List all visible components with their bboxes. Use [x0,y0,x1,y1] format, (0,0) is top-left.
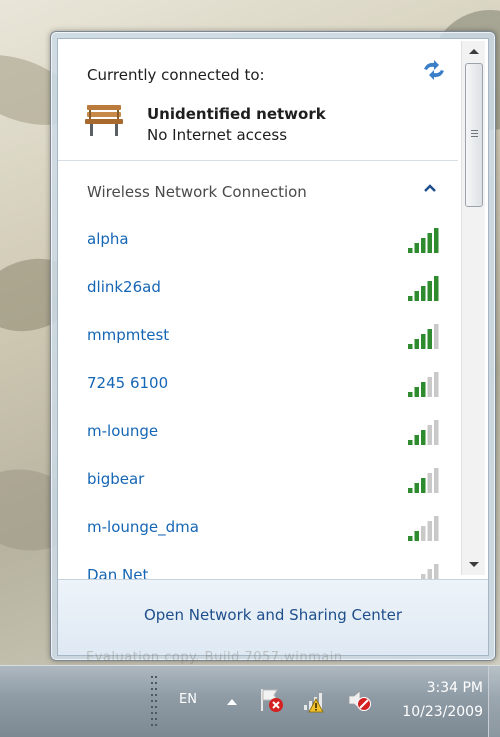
signal-bar [421,382,426,397]
scroll-down-arrow-icon[interactable] [462,555,486,575]
signal-bar [408,344,413,349]
signal-strength-icon [408,276,439,301]
signal-bar [421,430,426,445]
signal-strength-icon [408,516,439,541]
section-divider [58,160,458,161]
taskbar: EN 3:34 PM 10/23/2009 [0,665,500,737]
signal-bar [427,473,432,493]
signal-bar [434,228,439,253]
signal-bar [434,324,439,349]
signal-bar [414,435,419,445]
signal-bar [434,276,439,301]
network-flyout: Currently connected to: Unidentified net… [50,31,496,661]
refresh-icon[interactable] [421,60,447,80]
network-ssid[interactable]: m-lounge [87,422,158,440]
action-center-flag-icon[interactable] [258,687,284,713]
language-indicator[interactable]: EN [179,692,197,707]
taskbar-grip[interactable] [150,674,160,732]
signal-bar [427,281,432,301]
network-row[interactable]: m-lounge_dma [58,505,458,551]
network-ssid[interactable]: alpha [87,230,129,248]
signal-bar [434,516,439,541]
scroll-up-arrow-icon[interactable] [462,41,486,61]
signal-bar [414,291,419,301]
signal-bar [421,238,426,253]
signal-bar [421,478,426,493]
signal-bar [408,488,413,493]
signal-bar [414,243,419,253]
scroll-thumb[interactable] [465,63,483,207]
flyout-footer: Open Network and Sharing Center [58,579,488,655]
signal-bar [414,387,419,397]
signal-bar [408,296,413,301]
signal-bar [434,372,439,397]
network-ssid[interactable]: dlink26ad [87,278,161,296]
network-row[interactable]: bigbear [58,457,458,503]
connected-network-name: Unidentified network [147,105,326,123]
scrollbar[interactable] [461,41,485,575]
network-ssid[interactable]: m-lounge_dma [87,518,199,536]
signal-bar [408,440,413,445]
signal-strength-icon [408,324,439,349]
signal-bar [408,392,413,397]
network-row[interactable]: mmpmtest [58,313,458,359]
signal-strength-icon [408,420,439,445]
network-ssid[interactable]: bigbear [87,470,144,488]
signal-bar [427,377,432,397]
signal-bar [427,425,432,445]
signal-bar [427,521,432,541]
signal-bar [414,483,419,493]
network-row[interactable]: dlink26ad [58,265,458,311]
flyout-panel: Currently connected to: Unidentified net… [57,38,489,656]
show-hidden-icons-icon[interactable] [226,697,238,707]
signal-bar [427,233,432,253]
signal-strength-icon [408,468,439,493]
show-desktop-button[interactable] [488,666,500,737]
network-row[interactable]: m-lounge [58,409,458,455]
signal-bar [414,339,419,349]
clock-date[interactable]: 10/23/2009 [385,704,483,720]
signal-bar [414,531,419,541]
signal-strength-icon [408,372,439,397]
volume-muted-icon[interactable] [346,687,372,713]
signal-bar [427,329,432,349]
clock-time[interactable]: 3:34 PM [385,680,483,696]
open-network-sharing-center-link[interactable]: Open Network and Sharing Center [58,606,488,624]
connected-to-label: Currently connected to: [87,66,265,84]
signal-bar [421,286,426,301]
chevron-up-icon[interactable] [423,181,437,195]
signal-bar [434,468,439,493]
network-ssid[interactable]: mmpmtest [87,326,169,344]
signal-bar [421,526,426,541]
connected-network-status: No Internet access [147,126,288,144]
signal-bar [408,248,413,253]
bench-icon [85,105,123,136]
desktop-watermark: Evaluation copy. Build 7057.winmain [86,650,343,665]
signal-bar [408,536,413,541]
network-row[interactable]: 7245 6100 [58,361,458,407]
signal-strength-icon [408,228,439,253]
signal-bar [434,420,439,445]
wireless-section-header[interactable]: Wireless Network Connection [87,183,307,201]
signal-bar [421,334,426,349]
network-ssid[interactable]: 7245 6100 [87,374,168,392]
network-warning-icon[interactable] [302,687,328,713]
network-row[interactable]: alpha [58,217,458,263]
